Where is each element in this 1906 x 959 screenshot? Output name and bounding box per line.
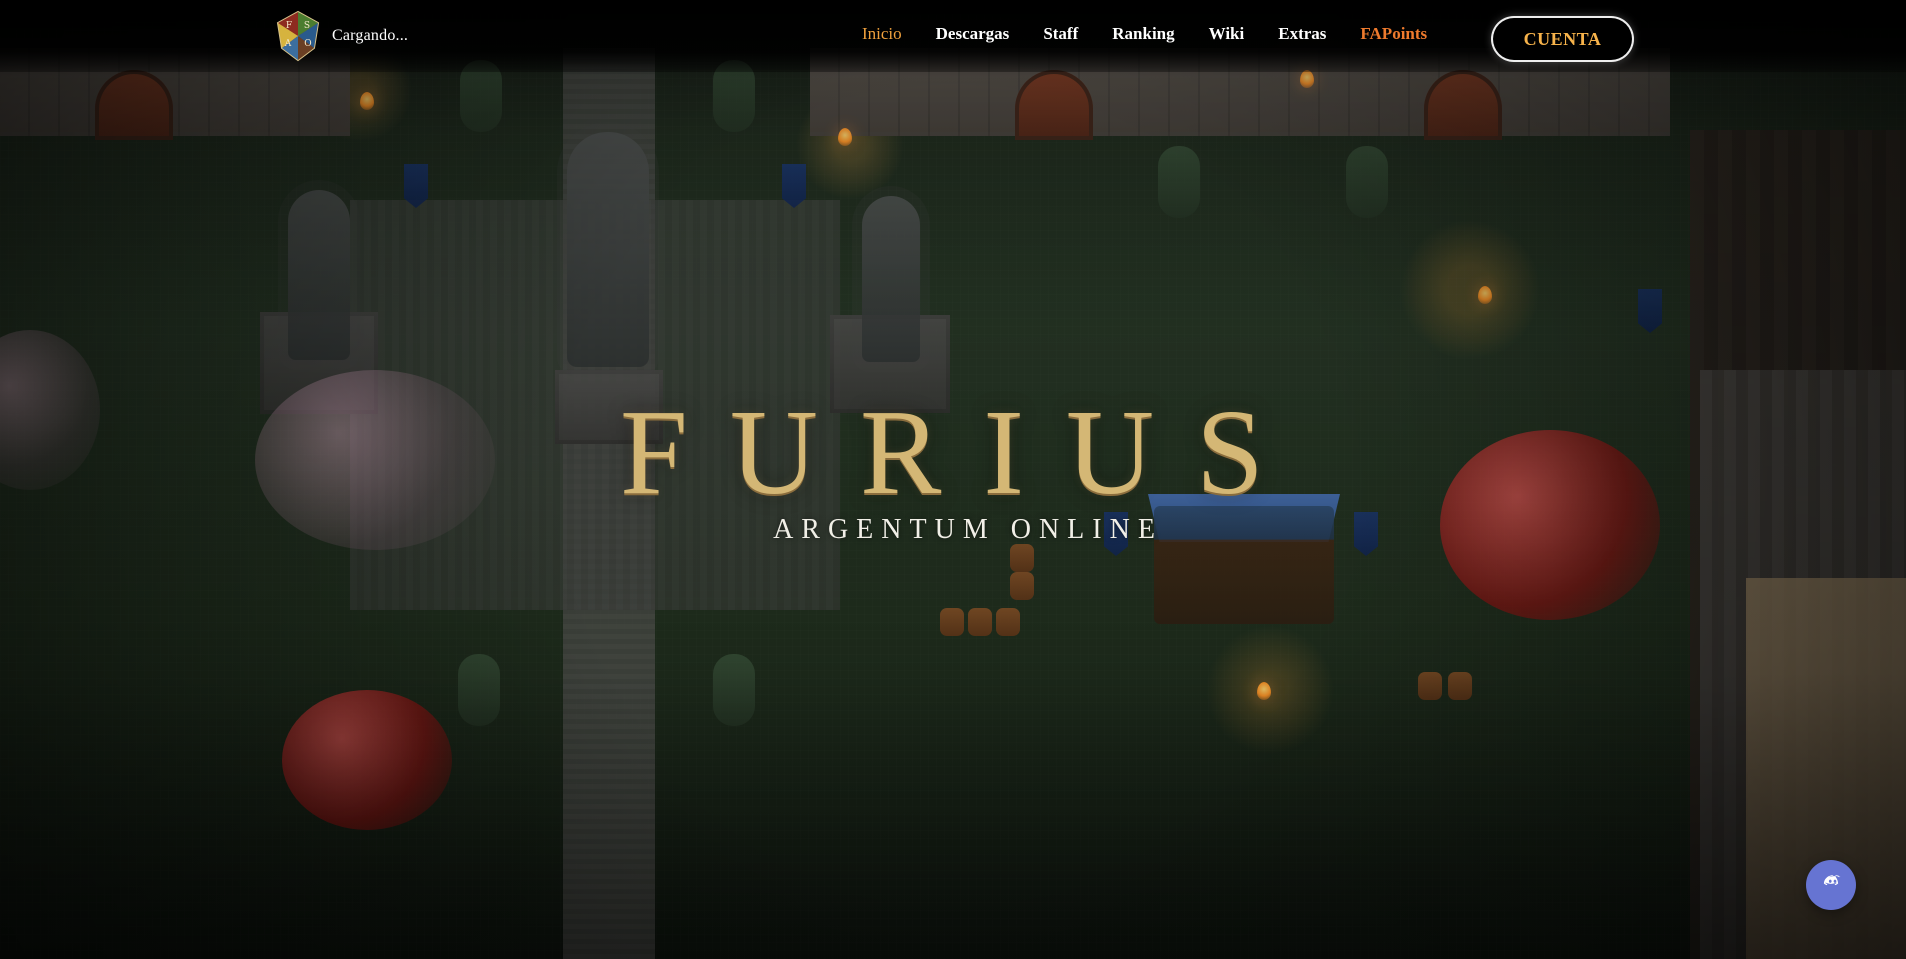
bush-right-top-2: [1346, 146, 1388, 218]
fire-light-2: [838, 128, 852, 146]
main-navigation: Inicio Descargas Staff Ranking Wiki Extr…: [862, 24, 1427, 44]
crest-icon[interactable]: F S A O: [274, 10, 322, 62]
nav-item-staff[interactable]: Staff: [1043, 24, 1078, 44]
barrel-6: [1418, 672, 1442, 700]
bush-left-bottom: [458, 654, 500, 726]
cherry-tree-left: [255, 370, 495, 550]
castle-door-right: [1424, 70, 1502, 140]
barrel-4: [1010, 572, 1034, 600]
nav-item-fapoints[interactable]: FAPoints: [1360, 24, 1427, 44]
barrel-2: [968, 608, 992, 636]
fire-light-4: [1478, 286, 1492, 304]
fire-light-1: [360, 92, 374, 110]
bush-center-bottom: [713, 654, 755, 726]
brand-area: F S A O Cargando...: [274, 10, 408, 62]
loading-status: Cargando...: [332, 27, 409, 44]
discord-icon: [1816, 870, 1846, 900]
fire-light-5: [1257, 682, 1271, 700]
nav-item-descargas[interactable]: Descargas: [936, 24, 1010, 44]
crest-letter-a: A: [284, 39, 292, 49]
statue-center: [567, 132, 649, 367]
statue-left: [288, 190, 350, 360]
crest-letter-o: O: [304, 39, 311, 49]
top-navigation-bar: F S A O Cargando... Inicio Descargas Sta…: [0, 0, 1906, 72]
castle-door-left: [95, 70, 173, 140]
barrel-1: [940, 608, 964, 636]
barrel-7: [1448, 672, 1472, 700]
nav-item-extras[interactable]: Extras: [1278, 24, 1326, 44]
page-root: F S A O Cargando... Inicio Descargas Sta…: [0, 0, 1906, 959]
barrel-5: [1010, 544, 1034, 572]
statue-right: [862, 196, 920, 362]
castle-door-center: [1015, 70, 1093, 140]
barrel-3: [996, 608, 1020, 636]
fire-light-3: [1300, 70, 1314, 88]
account-button[interactable]: CUENTA: [1493, 18, 1632, 60]
nav-item-ranking[interactable]: Ranking: [1112, 24, 1174, 44]
bush-right-top-1: [1158, 146, 1200, 218]
discord-button[interactable]: [1806, 860, 1856, 910]
nav-item-wiki[interactable]: Wiki: [1209, 24, 1245, 44]
crest-letter-f: F: [286, 21, 292, 31]
crest-letter-s: S: [304, 21, 310, 31]
statue-pedestal-center: [555, 370, 663, 444]
nav-item-inicio[interactable]: Inicio: [862, 24, 902, 44]
market-stall: [1154, 506, 1334, 624]
red-tree-right: [1440, 430, 1660, 620]
red-tree-bottom-left: [282, 690, 452, 830]
